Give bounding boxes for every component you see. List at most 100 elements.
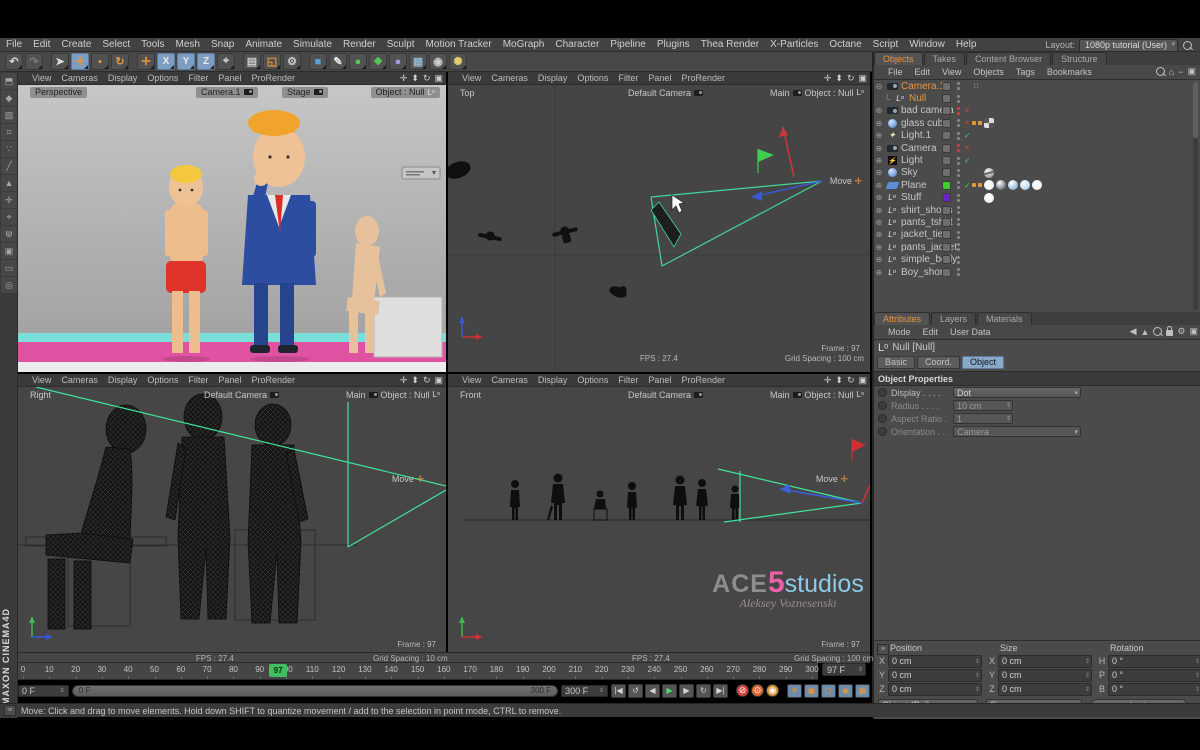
attribute-subtab[interactable]: Object (962, 356, 1004, 369)
front-canvas[interactable] (448, 387, 870, 652)
object-row[interactable]: ⊕Sky (874, 167, 1200, 179)
last-tool-button[interactable]: ✛ (137, 53, 155, 70)
material-tag-icon[interactable] (996, 180, 1006, 190)
pan-icon[interactable]: ✛ (400, 73, 408, 84)
expander-icon[interactable]: ⊕ (874, 268, 884, 277)
expander-icon[interactable]: ⊕ (874, 119, 884, 128)
enabled-check-icon[interactable]: ✓ (964, 181, 971, 190)
model-mode-icon[interactable]: ◆ (1, 90, 17, 106)
manager-tab[interactable]: Structure (1052, 52, 1107, 65)
attributes-menu-item[interactable]: Edit (923, 327, 939, 337)
menubar-item[interactable]: Help (956, 39, 977, 50)
viewport-menu-item[interactable]: Filter (618, 375, 638, 385)
axis-y-button[interactable]: Y (177, 53, 195, 70)
cloner-button[interactable]: ❖ (369, 53, 387, 70)
viewport-name[interactable]: Right (30, 390, 51, 400)
keyframe-dots[interactable] (972, 121, 982, 125)
object-row[interactable]: ⊕Camera✕ (874, 142, 1200, 154)
menubar-item[interactable]: Script (873, 39, 899, 50)
object-row[interactable]: └LᵒNull (874, 92, 1200, 104)
viewport-menu-item[interactable]: Cameras (491, 375, 528, 385)
layer-color-box[interactable] (942, 131, 951, 140)
locked-workplane-icon[interactable]: ▭ (1, 260, 17, 276)
viewport-perspective[interactable]: ViewCamerasDisplayOptionsFilterPanelProR… (18, 72, 446, 372)
visibility-dots[interactable] (956, 95, 961, 103)
viewport-menu-item[interactable]: Options (577, 375, 608, 385)
menubar-item[interactable]: Create (61, 39, 91, 50)
pan-icon[interactable]: ✛ (824, 375, 832, 386)
stage-selector[interactable]: Stage (282, 87, 328, 98)
layer-color-box[interactable] (942, 168, 951, 177)
object-row[interactable]: ⊕Plane✓ (874, 179, 1200, 191)
layer-color-box[interactable] (942, 106, 951, 115)
expander-icon[interactable]: ⊕ (874, 106, 884, 115)
object-row[interactable]: ⊕glass cube✕ (874, 117, 1200, 129)
layer-color-box[interactable] (942, 206, 951, 215)
rotate-view-icon[interactable]: ↻ (423, 73, 431, 84)
take-indicator[interactable]: Main (770, 88, 802, 98)
menubar-item[interactable]: Select (102, 39, 130, 50)
object-manager-menu-item[interactable]: Bookmarks (1047, 67, 1092, 77)
attribute-dropdown[interactable]: Dot (953, 387, 1081, 398)
viewport-menu-item[interactable]: View (32, 73, 51, 83)
viewport-menu-item[interactable]: ProRender (251, 73, 295, 83)
prev-frame-button[interactable]: ◀ (645, 684, 660, 698)
attributes-tab[interactable]: Materials (977, 312, 1032, 325)
array-button[interactable]: ▦ (409, 53, 427, 70)
subdivision-surface-button[interactable]: ● (349, 53, 367, 70)
sky-tag-icon[interactable] (984, 168, 994, 178)
search-icon[interactable] (1156, 67, 1165, 76)
attributes-menu-item[interactable]: Mode (888, 327, 911, 337)
visibility-dots[interactable] (956, 181, 961, 189)
menubar-item[interactable]: Pipeline (610, 39, 646, 50)
expander-icon[interactable]: ⊕ (874, 230, 884, 239)
menubar-item[interactable]: Tools (141, 39, 164, 50)
visibility-dots[interactable] (956, 169, 961, 177)
object-name[interactable]: Light (901, 155, 923, 166)
visibility-dots[interactable] (956, 132, 961, 140)
visibility-dots[interactable] (956, 144, 961, 152)
object-name[interactable]: Camera (901, 143, 937, 154)
dolly-icon[interactable]: ⬍ (835, 73, 843, 84)
menubar-item[interactable]: Edit (33, 39, 50, 50)
object-row[interactable]: ⊕Lᵒjacket_tie (874, 229, 1200, 241)
visibility-dots[interactable] (956, 231, 961, 239)
layer-color-box[interactable] (942, 144, 951, 153)
viewport-top[interactable]: ViewCamerasDisplayOptionsFilterPanelProR… (448, 72, 870, 372)
attribute-field[interactable]: 1 (953, 413, 1013, 424)
manager-tab[interactable]: Content Browser (966, 52, 1051, 65)
play-forward-button[interactable]: ▶ (662, 684, 677, 698)
camera-selector[interactable]: Camera.1 (196, 87, 258, 98)
gear-icon[interactable]: ⚙ (1177, 326, 1185, 337)
menubar-item[interactable]: Mesh (176, 39, 200, 50)
viewport-menu-item[interactable]: Cameras (61, 73, 98, 83)
object-name[interactable]: Stuff (901, 192, 921, 203)
next-frame-button[interactable]: ▶ (679, 684, 694, 698)
viewport-menu-item[interactable]: Display (538, 73, 568, 83)
object-row[interactable]: ⊕Lᵒsimple_body (874, 253, 1200, 265)
object-manager-menu-item[interactable]: Objects (973, 67, 1004, 77)
points-mode-icon[interactable]: ∵ (1, 141, 17, 157)
spline-pen-button[interactable]: ✎ (329, 53, 347, 70)
search-icon[interactable] (1183, 41, 1192, 50)
hud-chip[interactable] (402, 167, 440, 179)
layer-color-box[interactable] (942, 230, 951, 239)
menubar-item[interactable]: Window (909, 39, 945, 50)
layer-color-box[interactable] (942, 255, 951, 264)
undo-button[interactable]: ↶ (5, 53, 23, 70)
expander-icon[interactable]: ⊕ (874, 144, 884, 153)
home-icon[interactable]: ⌂ (1169, 67, 1174, 77)
viewport-menu-item[interactable]: Display (108, 375, 138, 385)
viewport-name[interactable]: Top (460, 88, 475, 98)
object-manager-scrollbar[interactable] (1193, 82, 1198, 310)
keyframe-circle-icon[interactable] (878, 401, 887, 410)
key-rotation-toggle[interactable]: ◻ (821, 684, 836, 698)
viewport-menu-item[interactable]: Cameras (61, 375, 98, 385)
rotate-view-icon[interactable]: ↻ (847, 375, 855, 386)
object-row[interactable]: ⊕LᵒBoy_shorts (874, 266, 1200, 278)
render-view-button[interactable]: ▤ (243, 53, 261, 70)
timeline-ruler[interactable]: 0102030405060708090100110120130140150160… (18, 662, 818, 680)
axis-x-button[interactable]: X (157, 53, 175, 70)
lock-icon[interactable] (1166, 330, 1173, 336)
object-row[interactable]: ⊕LᵒStuff (874, 192, 1200, 204)
